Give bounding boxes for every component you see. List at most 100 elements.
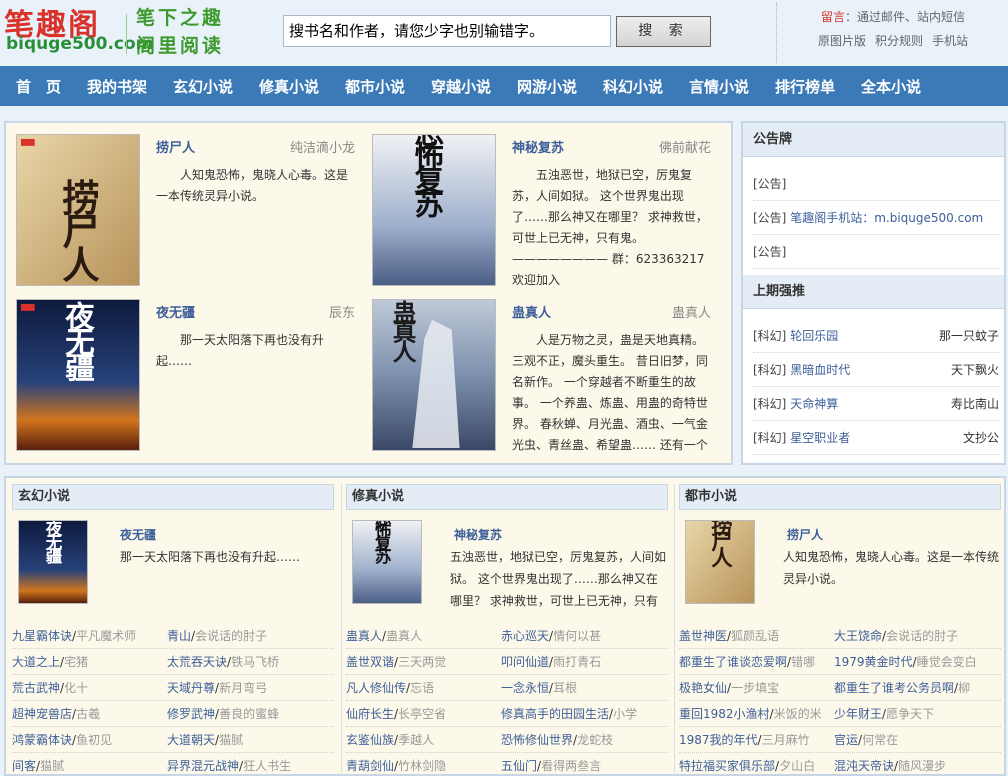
- book-author: 耳根: [553, 681, 578, 695]
- book-link[interactable]: 一念永恒: [501, 681, 549, 695]
- book-title[interactable]: 蛊真人: [512, 302, 551, 321]
- top-book-description: 五浊恶世，地狱已空，厉鬼复苏，人间如狱。 这个世界鬼出现了……那么神又在哪里？ …: [450, 550, 667, 608]
- category-title[interactable]: 修真小说: [346, 484, 668, 510]
- book-link[interactable]: 异界混元战神: [167, 759, 239, 773]
- book-link[interactable]: 青山: [167, 629, 191, 643]
- search-input[interactable]: 搜书名和作者，请您少字也别输错字。: [283, 15, 611, 47]
- logo-divider: [126, 14, 127, 54]
- book-link[interactable]: 玄鉴仙族: [346, 733, 394, 747]
- genre-tag: [科幻]: [753, 363, 787, 377]
- top-book-title[interactable]: 夜无疆: [120, 526, 156, 543]
- book-link[interactable]: 大道朝天: [167, 733, 215, 747]
- nav-xuanhuan[interactable]: 玄幻小说: [173, 66, 233, 106]
- book-cover[interactable]: 捞尸人: [16, 134, 140, 286]
- recommend-item: [科幻] 天命神算 寿比南山: [753, 387, 999, 421]
- book-link[interactable]: 太荒吞天诀: [167, 655, 227, 669]
- book-link[interactable]: 重回1982小渔村: [679, 707, 770, 721]
- book-author: 睡觉会变白: [916, 655, 977, 669]
- recommend-link[interactable]: 黑暗血时代: [790, 363, 850, 377]
- book-link[interactable]: 凡人修仙传: [346, 681, 406, 695]
- recommend-link[interactable]: 轮回乐园: [790, 329, 838, 343]
- book-title[interactable]: 夜无疆: [156, 302, 195, 321]
- category-title[interactable]: 都市小说: [679, 484, 1001, 510]
- book-link[interactable]: 间客: [12, 759, 36, 773]
- nav-complete[interactable]: 全本小说: [861, 66, 921, 106]
- slogan-line-2: 阁里阅读: [136, 35, 225, 57]
- message-line: 留言：通过邮件、站内短信: [821, 8, 965, 25]
- nav-wangyou[interactable]: 网游小说: [517, 66, 577, 106]
- book-author: 会说话的肘子: [886, 629, 959, 643]
- book-cover[interactable]: 恐怖复苏: [352, 520, 422, 604]
- book-link[interactable]: 五仙门: [501, 759, 537, 773]
- site-domain[interactable]: biquge500.com: [6, 34, 153, 54]
- book-link[interactable]: 九星霸体诀: [12, 629, 72, 643]
- link-original-image[interactable]: 原图片版: [818, 34, 866, 48]
- book-list: 蛊真人/蛊真人 赤心巡天/情何以甚 盖世双谐/三天两觉 叩问仙道/雨打青石 凡人修仙…: [346, 623, 668, 776]
- book-link[interactable]: 仙府长生: [346, 707, 394, 721]
- book-link[interactable]: 叩问仙道: [501, 655, 549, 669]
- book-link[interactable]: 官运: [834, 733, 858, 747]
- book-title[interactable]: 神秘复苏: [512, 137, 564, 156]
- nav-kehuan[interactable]: 科幻小说: [603, 66, 663, 106]
- notice-item: [公告]: [753, 235, 999, 269]
- book-author: 季越人: [398, 733, 435, 747]
- link-points-rules[interactable]: 积分规则: [875, 34, 923, 48]
- book-link[interactable]: 都重生了谁谈恋爱啊: [679, 655, 787, 669]
- top-book-title[interactable]: 神秘复苏: [454, 526, 502, 543]
- book-link[interactable]: 特拉福买家俱乐部: [679, 759, 775, 773]
- category-panel: 玄幻小说 夜无疆 夜无疆 那一天太阳落下再也没有升起…… 九星霸体诀/平凡魔术师…: [4, 476, 1006, 776]
- book-author: 竹林剑隐: [398, 759, 447, 773]
- link-mobile-site[interactable]: 手机站: [932, 34, 968, 48]
- book-link[interactable]: 荒古武神: [12, 681, 60, 695]
- book-link[interactable]: 修真高手的田园生活: [501, 707, 609, 721]
- recommend-item: [科幻] 轮回乐园 那一只蚊子: [753, 319, 999, 353]
- nav-yanqing[interactable]: 言情小说: [689, 66, 749, 106]
- book-link[interactable]: 鸿蒙霸体诀: [12, 733, 72, 747]
- book-author: 鱼初见: [76, 733, 113, 747]
- book-link[interactable]: 修罗武神: [167, 707, 215, 721]
- book-description: 那一天太阳落下再也没有升起……: [156, 333, 325, 368]
- book-cover[interactable]: 恐怖复苏: [372, 134, 496, 286]
- search-button[interactable]: 搜 索: [616, 16, 711, 47]
- nav-bookshelf[interactable]: 我的书架: [87, 66, 147, 106]
- book-link[interactable]: 盖世双谐: [346, 655, 394, 669]
- book-link[interactable]: 赤心巡天: [501, 629, 549, 643]
- book-link[interactable]: 天域丹尊: [167, 681, 215, 695]
- message-label[interactable]: 留言: [821, 10, 845, 24]
- book-link[interactable]: 恐怖修仙世界: [501, 733, 573, 747]
- recommend-link[interactable]: 天命神算: [790, 397, 838, 411]
- genre-tag: [科幻]: [753, 329, 787, 343]
- book-link[interactable]: 青葫剑仙: [346, 759, 394, 773]
- book-link[interactable]: 大王饶命: [834, 629, 882, 643]
- book-author: 蛊真人: [671, 306, 711, 321]
- book-link[interactable]: 大道之上: [12, 655, 60, 669]
- nav-ranking[interactable]: 排行榜单: [775, 66, 835, 106]
- notice-link[interactable]: 笔趣阁手机站：m.biquge500.com: [790, 211, 983, 225]
- book-link[interactable]: 都重生了谁考公务员啊: [834, 681, 954, 695]
- recommend-link[interactable]: 星空职业者: [790, 431, 850, 445]
- book-author: 铁马飞桥: [231, 655, 280, 669]
- top-book-title[interactable]: 捞尸人: [787, 526, 823, 543]
- nav-home[interactable]: 首 页: [16, 66, 61, 106]
- book-title[interactable]: 捞尸人: [156, 137, 195, 156]
- book-link[interactable]: 1979黄金时代: [834, 655, 913, 669]
- book-link[interactable]: 少年财王: [834, 707, 882, 721]
- nav-dushi[interactable]: 都市小说: [345, 66, 405, 106]
- book-link[interactable]: 1987我的年代: [679, 733, 758, 747]
- book-list: 盖世神医/狐颜乱语 大王饶命/会说话的肘子 都重生了谁谈恋爱啊/错哪 1979黄金时…: [679, 623, 1001, 776]
- book-cover[interactable]: 夜无疆: [18, 520, 88, 604]
- book-link[interactable]: 极艳女仙: [679, 681, 727, 695]
- book-link[interactable]: 超神宠兽店: [12, 707, 72, 721]
- list-row: 荒古武神/化十 天域丹尊/新月弯弓: [12, 675, 334, 701]
- book-link[interactable]: 混沌天帝诀: [834, 759, 894, 773]
- nav-xiuzhen[interactable]: 修真小说: [259, 66, 319, 106]
- list-row: 蛊真人/蛊真人 赤心巡天/情何以甚: [346, 623, 668, 649]
- book-cover[interactable]: 捞尸人: [685, 520, 755, 604]
- list-row: 盖世神医/狐颜乱语 大王饶命/会说话的肘子: [679, 623, 1001, 649]
- book-cover[interactable]: 蛊真人: [372, 299, 496, 451]
- book-link[interactable]: 盖世神医: [679, 629, 727, 643]
- nav-chuanyue[interactable]: 穿越小说: [431, 66, 491, 106]
- book-cover[interactable]: 夜无疆: [16, 299, 140, 451]
- category-title[interactable]: 玄幻小说: [12, 484, 334, 510]
- book-link[interactable]: 蛊真人: [346, 629, 382, 643]
